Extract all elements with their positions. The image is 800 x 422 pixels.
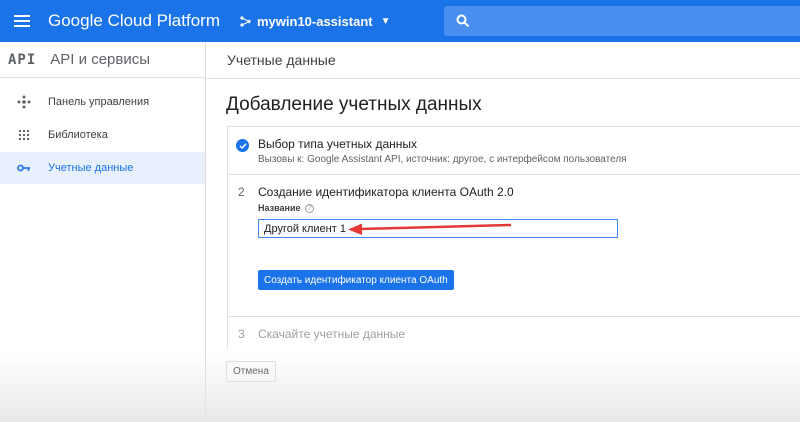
step-download-credentials: 3 Скачайте учетные данные — [228, 317, 800, 350]
sidebar-item-label: Учетные данные — [48, 162, 134, 174]
step-title: Скачайте учетные данные — [258, 327, 406, 341]
step-number: 3 — [238, 327, 245, 341]
project-selector[interactable]: mywin10-assistant ▼ — [240, 14, 391, 29]
red-arrow-annotation — [348, 223, 512, 235]
api-logo: API — [8, 51, 37, 68]
project-dots-icon — [240, 15, 251, 27]
step-title: Создание идентификатора клиента OAuth 2.… — [258, 185, 514, 199]
page-header: Учетные данные — [206, 42, 800, 79]
sidebar-item-library[interactable]: Библиотека — [0, 119, 205, 151]
sidebar-header: API API и сервисы — [0, 42, 205, 78]
sidebar-title: API и сервисы — [50, 51, 151, 68]
step-create-oauth-client: 2 Создание идентификатора клиента OAuth … — [228, 175, 800, 317]
name-field-label: Название ? — [258, 203, 315, 213]
sidebar: API API и сервисы Панель управления Библ… — [0, 42, 206, 422]
key-icon — [16, 160, 32, 176]
hamburger-icon[interactable] — [2, 0, 42, 42]
cancel-button[interactable]: Отмена — [226, 361, 276, 382]
search-bar[interactable] — [444, 6, 800, 36]
dashboard-icon — [16, 94, 32, 110]
form-heading: Добавление учетных данных — [226, 94, 482, 115]
library-icon — [16, 127, 32, 143]
sidebar-item-credentials[interactable]: Учетные данные — [0, 152, 205, 184]
step-credential-type[interactable]: Выбор типа учетных данных Вызовы к: Goog… — [228, 127, 800, 175]
step-number: 2 — [238, 185, 245, 199]
page-title: Учетные данные — [227, 52, 336, 68]
stepper: Выбор типа учетных данных Вызовы к: Goog… — [227, 126, 800, 349]
sidebar-item-label: Библиотека — [48, 129, 108, 141]
brand-title[interactable]: Google Cloud Platform — [48, 11, 220, 31]
step-title: Выбор типа учетных данных — [258, 137, 418, 151]
sidebar-item-label: Панель управления — [48, 96, 150, 108]
sidebar-item-dashboard[interactable]: Панель управления — [0, 86, 205, 118]
name-label-text: Название — [258, 203, 301, 213]
main-content: Учетные данные Добавление учетных данных… — [206, 42, 800, 422]
chevron-down-icon: ▼ — [380, 15, 391, 27]
project-name: mywin10-assistant — [256, 13, 373, 29]
create-oauth-client-button[interactable]: Создать идентификатор клиента OAuth — [258, 270, 454, 290]
step-subtitle: Вызовы к: Google Assistant API, источник… — [258, 154, 627, 165]
search-icon — [456, 14, 470, 28]
help-icon[interactable]: ? — [305, 203, 315, 213]
top-app-bar: Google Cloud Platform mywin10-assistant … — [0, 0, 800, 42]
check-icon — [236, 139, 249, 152]
